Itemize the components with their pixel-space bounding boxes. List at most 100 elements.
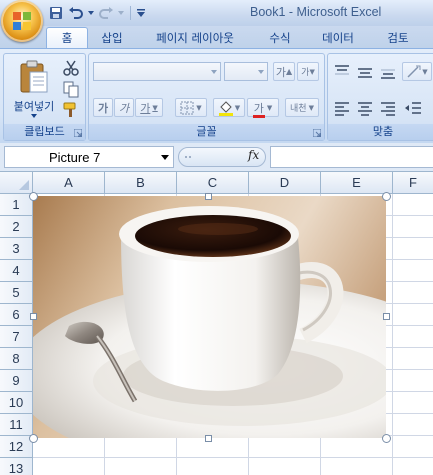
select-all-button[interactable]	[0, 172, 33, 194]
undo-icon[interactable]	[68, 5, 84, 21]
name-box[interactable]: Picture 7	[4, 146, 174, 168]
resize-handle-top[interactable]	[205, 193, 212, 200]
align-center-icon[interactable]	[356, 100, 374, 116]
formula-bar: Picture 7 fx	[0, 143, 433, 172]
align-top-icon[interactable]	[333, 64, 351, 80]
resize-handle-bottom-right[interactable]	[382, 434, 391, 443]
tab-insert[interactable]: 삽입	[92, 28, 132, 48]
row-header-7[interactable]: 7	[0, 326, 33, 348]
orientation-button[interactable]: ▼	[402, 62, 432, 81]
resize-handle-right[interactable]	[383, 313, 390, 320]
row-header-2[interactable]: 2	[0, 216, 33, 238]
customize-qat-icon[interactable]	[137, 5, 145, 21]
row-header-11[interactable]: 11	[0, 414, 33, 436]
borders-icon	[180, 101, 194, 114]
grow-font-label: 가	[275, 65, 286, 79]
align-right-icon[interactable]	[379, 100, 397, 116]
window-title: Book1 - Microsoft Excel	[250, 5, 382, 19]
align-left-icon[interactable]	[333, 100, 351, 116]
clipboard-group: 붙여넣기 클립보드	[3, 53, 86, 141]
ribbon-tabs: 홈 삽입 페이지 레이아웃 수식 데이터 검토	[0, 26, 433, 49]
alignment-group: ▼ 맞춤	[327, 53, 433, 141]
resize-handle-top-right[interactable]	[382, 192, 391, 201]
font-name-dropdown-icon[interactable]	[211, 70, 217, 74]
alignment-group-label: 맞춤	[328, 124, 433, 140]
phonetic-button[interactable]: 내천 ▼	[285, 98, 319, 117]
tab-page-layout[interactable]: 페이지 레이아웃	[142, 28, 248, 48]
row-header-9[interactable]: 9	[0, 370, 33, 392]
insert-function-button[interactable]: fx	[248, 148, 259, 162]
column-header-c[interactable]: C	[177, 172, 249, 194]
clipboard-group-label: 클립보드	[4, 124, 85, 140]
resize-handle-left[interactable]	[30, 313, 37, 320]
copy-icon[interactable]	[62, 80, 80, 98]
paste-label: 붙여넣기	[13, 100, 55, 113]
qat-separator	[130, 6, 131, 20]
save-icon[interactable]	[48, 5, 64, 21]
column-header-a[interactable]: A	[33, 172, 105, 194]
fill-color-button[interactable]: ▼	[213, 98, 245, 117]
name-box-dropdown-icon[interactable]	[161, 155, 169, 160]
office-button[interactable]	[1, 0, 43, 42]
worksheet-grid: A B C D E F 1 2 3 4 5 6 7 8 9 10 11 12 1…	[0, 172, 433, 475]
font-group-label: 글꼴	[89, 124, 324, 140]
redo-icon[interactable]	[98, 5, 114, 21]
formula-input[interactable]	[270, 146, 433, 168]
bold-button[interactable]: 가	[93, 98, 113, 117]
row-header-1[interactable]: 1	[0, 194, 33, 216]
row-header-13[interactable]: 13	[0, 458, 33, 475]
underline-button[interactable]: 가 ▼	[135, 98, 163, 117]
row-header-5[interactable]: 5	[0, 282, 33, 304]
decrease-indent-icon[interactable]	[404, 100, 422, 116]
grow-font-button[interactable]: 가 ▲	[273, 62, 295, 81]
phonetic-label: 내천	[290, 104, 307, 114]
tab-data[interactable]: 데이터	[312, 28, 364, 48]
align-bottom-icon[interactable]	[379, 64, 397, 80]
paste-icon	[20, 60, 48, 93]
italic-button[interactable]: 가	[114, 98, 134, 117]
font-color-button[interactable]: 가 ▼	[247, 98, 279, 118]
font-size-dropdown-icon[interactable]	[258, 70, 264, 74]
formula-bar-grip-icon	[185, 156, 191, 158]
align-middle-icon[interactable]	[356, 64, 374, 80]
name-box-value: Picture 7	[49, 150, 101, 165]
row-header-6[interactable]: 6	[0, 304, 33, 326]
paste-dropdown-icon[interactable]	[31, 114, 37, 118]
borders-button[interactable]: ▼	[175, 98, 207, 117]
font-launcher-icon[interactable]	[313, 129, 321, 137]
tab-review[interactable]: 검토	[374, 28, 422, 48]
select-all-icon	[19, 180, 29, 190]
paste-button[interactable]: 붙여넣기	[10, 58, 58, 118]
row-header-3[interactable]: 3	[0, 238, 33, 260]
title-bar: Book1 - Microsoft Excel	[0, 0, 433, 42]
row-header-8[interactable]: 8	[0, 348, 33, 370]
tab-formulas[interactable]: 수식	[258, 28, 302, 48]
insert-function-area: fx	[178, 146, 268, 168]
column-header-d[interactable]: D	[249, 172, 321, 194]
font-color-label: 가	[252, 100, 265, 118]
cut-icon[interactable]	[62, 59, 80, 77]
tab-home[interactable]: 홈	[46, 27, 88, 49]
undo-dropdown-icon[interactable]	[88, 5, 94, 21]
resize-handle-bottom-left[interactable]	[29, 434, 38, 443]
row-header-12[interactable]: 12	[0, 436, 33, 458]
shrink-font-button[interactable]: 가 ▼	[297, 62, 319, 81]
column-header-f[interactable]: F	[393, 172, 433, 194]
font-group: 가 ▲ 가 ▼ 가 가 가 ▼ ▼ ▼ 가 ▼ 내천 ▼ 글꼴	[88, 53, 325, 141]
picture-coffee-cup[interactable]	[33, 196, 386, 438]
resize-handle-bottom[interactable]	[205, 435, 212, 442]
font-size-combo[interactable]	[224, 62, 268, 81]
ribbon-body: 붙여넣기 클립보드 가 ▲ 가 ▼ 가 가 가 ▼ ▼ ▼ 가 ▼ 내천 ▼ 글…	[0, 48, 433, 143]
row-header-10[interactable]: 10	[0, 392, 33, 414]
resize-handle-top-left[interactable]	[29, 192, 38, 201]
column-header-b[interactable]: B	[105, 172, 177, 194]
font-name-combo[interactable]	[93, 62, 221, 81]
clipboard-launcher-icon[interactable]	[74, 129, 82, 137]
coffee-cup-image	[33, 196, 386, 438]
redo-dropdown-icon[interactable]	[118, 5, 124, 21]
fill-color-icon	[218, 100, 233, 116]
format-painter-icon[interactable]	[62, 101, 80, 119]
orientation-icon	[407, 65, 421, 78]
row-header-4[interactable]: 4	[0, 260, 33, 282]
column-header-e[interactable]: E	[321, 172, 393, 194]
